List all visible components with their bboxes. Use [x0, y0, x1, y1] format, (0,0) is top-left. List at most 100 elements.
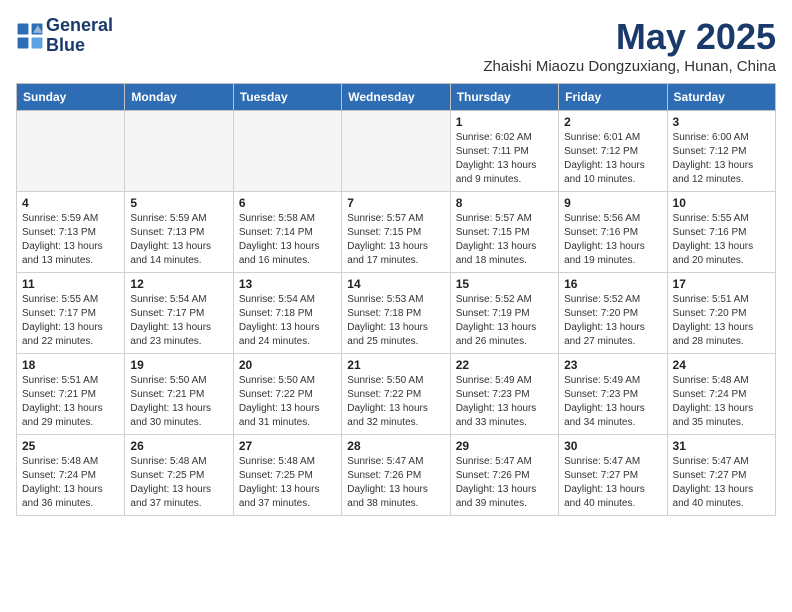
- day-info: Sunrise: 5:54 AMSunset: 7:18 PMDaylight:…: [239, 293, 336, 349]
- calendar-cell: [125, 111, 233, 192]
- day-number: 3: [673, 115, 770, 129]
- calendar-cell: 21Sunrise: 5:50 AMSunset: 7:22 PMDayligh…: [342, 354, 450, 435]
- calendar-cell: 20 Sunrise: 5:50 AMSunset: 7:22 PMDayligh…: [233, 354, 341, 435]
- calendar-week-5: 25 Sunrise: 5:48 AMSunset: 7:24 PMDayligh…: [17, 435, 776, 516]
- day-info: Sunrise: 5:48 AMSunset: 7:24 PMDaylight:…: [22, 455, 119, 511]
- day-number: 28: [347, 439, 444, 453]
- calendar-cell: 12 Sunrise: 5:54 AMSunset: 7:17 PMDayligh…: [125, 273, 233, 354]
- day-number: 5: [130, 196, 227, 210]
- day-info: Sunrise: 5:49 AMSunset: 7:23 PMDaylight:…: [564, 374, 661, 430]
- day-number: 7: [347, 196, 444, 210]
- calendar-cell: [233, 111, 341, 192]
- calendar-week-2: 4 Sunrise: 5:59 AMSunset: 7:13 PMDaylight…: [17, 192, 776, 273]
- header-wednesday: Wednesday: [342, 84, 450, 111]
- calendar-cell: [17, 111, 125, 192]
- day-info: Sunrise: 5:47 AMSunset: 7:27 PMDaylight:…: [673, 455, 770, 511]
- day-number: 21: [347, 358, 444, 372]
- day-number: 4: [22, 196, 119, 210]
- day-info: Sunrise: 5:48 AMSunset: 7:25 PMDaylight:…: [239, 455, 336, 511]
- day-number: 29: [456, 439, 553, 453]
- calendar-cell: 23 Sunrise: 5:49 AMSunset: 7:23 PMDayligh…: [559, 354, 667, 435]
- day-info: Sunrise: 5:47 AMSunset: 7:26 PMDaylight:…: [456, 455, 553, 511]
- calendar-table: SundayMondayTuesdayWednesdayThursdayFrid…: [16, 83, 776, 516]
- calendar-cell: 28 Sunrise: 5:47 AMSunset: 7:26 PMDayligh…: [342, 435, 450, 516]
- calendar-cell: 14 Sunrise: 5:53 AMSunset: 7:18 PMDayligh…: [342, 273, 450, 354]
- header-sunday: Sunday: [17, 84, 125, 111]
- calendar-cell: 8Sunrise: 5:57 AMSunset: 7:15 PMDaylight…: [450, 192, 558, 273]
- location-title: Zhaishi Miaozu Dongzuxiang, Hunan, China: [483, 58, 776, 75]
- day-number: 26: [130, 439, 227, 453]
- day-info: Sunrise: 6:02 AMSunset: 7:11 PMDaylight:…: [456, 131, 553, 187]
- day-number: 15: [456, 277, 553, 291]
- day-number: 25: [22, 439, 119, 453]
- day-info: Sunrise: 5:56 AMSunset: 7:16 PMDaylight:…: [564, 212, 661, 268]
- day-info: Sunrise: 5:59 AMSunset: 7:13 PMDaylight:…: [130, 212, 227, 268]
- day-number: 10: [673, 196, 770, 210]
- calendar-cell: 18 Sunrise: 5:51 AMSunset: 7:21 PMDayligh…: [17, 354, 125, 435]
- calendar-cell: [342, 111, 450, 192]
- day-info: Sunrise: 6:01 AMSunset: 7:12 PMDaylight:…: [564, 131, 661, 187]
- day-number: 30: [564, 439, 661, 453]
- logo-icon: [16, 22, 44, 50]
- calendar-week-3: 11Sunrise: 5:55 AMSunset: 7:17 PMDayligh…: [17, 273, 776, 354]
- calendar-cell: 1 Sunrise: 6:02 AMSunset: 7:11 PMDaylight…: [450, 111, 558, 192]
- calendar-cell: 13 Sunrise: 5:54 AMSunset: 7:18 PMDayligh…: [233, 273, 341, 354]
- calendar-cell: 9Sunrise: 5:56 AMSunset: 7:16 PMDaylight…: [559, 192, 667, 273]
- month-title: May 2025: [483, 16, 776, 58]
- day-info: Sunrise: 5:51 AMSunset: 7:20 PMDaylight:…: [673, 293, 770, 349]
- header-thursday: Thursday: [450, 84, 558, 111]
- day-number: 12: [130, 277, 227, 291]
- day-number: 27: [239, 439, 336, 453]
- day-info: Sunrise: 5:50 AMSunset: 7:22 PMDaylight:…: [239, 374, 336, 430]
- header-saturday: Saturday: [667, 84, 775, 111]
- calendar-week-1: 1 Sunrise: 6:02 AMSunset: 7:11 PMDaylight…: [17, 111, 776, 192]
- calendar-cell: 10Sunrise: 5:55 AMSunset: 7:16 PMDayligh…: [667, 192, 775, 273]
- header-friday: Friday: [559, 84, 667, 111]
- day-info: Sunrise: 5:53 AMSunset: 7:18 PMDaylight:…: [347, 293, 444, 349]
- header-tuesday: Tuesday: [233, 84, 341, 111]
- day-info: Sunrise: 5:49 AMSunset: 7:23 PMDaylight:…: [456, 374, 553, 430]
- logo-text: General Blue: [46, 16, 113, 56]
- calendar-cell: 3 Sunrise: 6:00 AMSunset: 7:12 PMDaylight…: [667, 111, 775, 192]
- day-info: Sunrise: 5:58 AMSunset: 7:14 PMDaylight:…: [239, 212, 336, 268]
- calendar-cell: 31 Sunrise: 5:47 AMSunset: 7:27 PMDayligh…: [667, 435, 775, 516]
- day-number: 20: [239, 358, 336, 372]
- day-info: Sunrise: 5:48 AMSunset: 7:25 PMDaylight:…: [130, 455, 227, 511]
- day-info: Sunrise: 5:47 AMSunset: 7:26 PMDaylight:…: [347, 455, 444, 511]
- day-number: 11: [22, 277, 119, 291]
- calendar-cell: 29 Sunrise: 5:47 AMSunset: 7:26 PMDayligh…: [450, 435, 558, 516]
- day-info: Sunrise: 5:48 AMSunset: 7:24 PMDaylight:…: [673, 374, 770, 430]
- day-number: 19: [130, 358, 227, 372]
- day-number: 23: [564, 358, 661, 372]
- day-number: 1: [456, 115, 553, 129]
- day-info: Sunrise: 5:52 AMSunset: 7:20 PMDaylight:…: [564, 293, 661, 349]
- day-number: 6: [239, 196, 336, 210]
- day-info: Sunrise: 6:00 AMSunset: 7:12 PMDaylight:…: [673, 131, 770, 187]
- header-monday: Monday: [125, 84, 233, 111]
- day-info: Sunrise: 5:47 AMSunset: 7:27 PMDaylight:…: [564, 455, 661, 511]
- calendar-cell: 17 Sunrise: 5:51 AMSunset: 7:20 PMDayligh…: [667, 273, 775, 354]
- day-info: Sunrise: 5:59 AMSunset: 7:13 PMDaylight:…: [22, 212, 119, 268]
- day-info: Sunrise: 5:50 AMSunset: 7:21 PMDaylight:…: [130, 374, 227, 430]
- calendar-cell: 15 Sunrise: 5:52 AMSunset: 7:19 PMDayligh…: [450, 273, 558, 354]
- calendar-cell: 22 Sunrise: 5:49 AMSunset: 7:23 PMDayligh…: [450, 354, 558, 435]
- calendar-cell: 16 Sunrise: 5:52 AMSunset: 7:20 PMDayligh…: [559, 273, 667, 354]
- calendar-cell: 30 Sunrise: 5:47 AMSunset: 7:27 PMDayligh…: [559, 435, 667, 516]
- day-info: Sunrise: 5:51 AMSunset: 7:21 PMDaylight:…: [22, 374, 119, 430]
- calendar-cell: 5 Sunrise: 5:59 AMSunset: 7:13 PMDaylight…: [125, 192, 233, 273]
- day-info: Sunrise: 5:54 AMSunset: 7:17 PMDaylight:…: [130, 293, 227, 349]
- day-info: Sunrise: 5:57 AMSunset: 7:15 PMDaylight:…: [347, 212, 444, 268]
- day-number: 14: [347, 277, 444, 291]
- day-number: 18: [22, 358, 119, 372]
- day-number: 22: [456, 358, 553, 372]
- day-number: 24: [673, 358, 770, 372]
- day-info: Sunrise: 5:52 AMSunset: 7:19 PMDaylight:…: [456, 293, 553, 349]
- calendar-cell: 25 Sunrise: 5:48 AMSunset: 7:24 PMDayligh…: [17, 435, 125, 516]
- calendar-cell: 24 Sunrise: 5:48 AMSunset: 7:24 PMDayligh…: [667, 354, 775, 435]
- calendar-cell: 19 Sunrise: 5:50 AMSunset: 7:21 PMDayligh…: [125, 354, 233, 435]
- calendar-cell: 7 Sunrise: 5:57 AMSunset: 7:15 PMDaylight…: [342, 192, 450, 273]
- day-number: 31: [673, 439, 770, 453]
- day-number: 13: [239, 277, 336, 291]
- day-number: 16: [564, 277, 661, 291]
- day-number: 17: [673, 277, 770, 291]
